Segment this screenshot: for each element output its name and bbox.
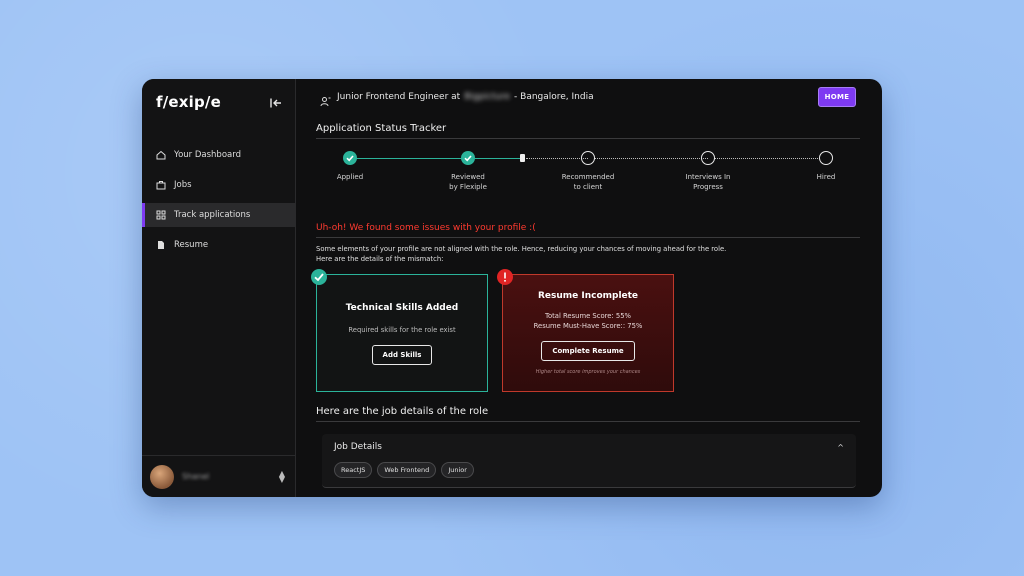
check-icon <box>343 151 357 165</box>
sidebar-item-resume[interactable]: Resume <box>142 233 295 257</box>
sidebar-item-track-applications[interactable]: Track applications <box>142 203 295 227</box>
progress-marker <box>520 154 525 162</box>
step-label: Reviewed by Flexiple <box>449 173 487 191</box>
resume-card: Resume Incomplete Total Resume Score: 55… <box>497 269 674 392</box>
issues-description-line: Here are the details of the mismatch: <box>316 255 444 263</box>
step-reviewed: Reviewed by Flexiple <box>428 151 508 192</box>
card-note: Higher total score improves your chances <box>535 369 641 375</box>
card-subtitle: Total Resume Score: 55% Resume Must-Have… <box>503 311 673 331</box>
company-name: Bigpicture <box>464 92 511 102</box>
skill-tag: Web Frontend <box>377 462 437 478</box>
chevron-up-icon[interactable]: ^ <box>837 443 844 452</box>
alert-icon <box>497 269 513 285</box>
sidebar: f/exip/e Your Dashboard Jobs Track appli… <box>142 79 296 497</box>
user-menu[interactable]: Shanel ▲ ▼ <box>142 455 295 497</box>
issues-heading: Uh-oh! We found some issues with your pr… <box>316 219 860 238</box>
skills-card: Technical Skills Added Required skills f… <box>311 269 488 392</box>
job-section-title: Here are the job details of the role <box>316 396 860 422</box>
resume-score: Total Resume Score: 55% <box>544 312 632 320</box>
issues-description: Some elements of your profile are not al… <box>316 244 860 264</box>
document-icon <box>156 240 166 250</box>
card-title: Technical Skills Added <box>345 303 459 313</box>
sidebar-item-dashboard[interactable]: Your Dashboard <box>142 143 295 167</box>
chevron-up-down-icon[interactable]: ▲ ▼ <box>277 469 287 483</box>
tracker-title: Application Status Tracker <box>316 115 860 139</box>
step-label: Recommended to client <box>561 173 615 191</box>
skill-tag: ReactJS <box>334 462 373 478</box>
skill-tag: Junior <box>441 462 474 478</box>
sidebar-nav: Your Dashboard Jobs Track applications R… <box>142 143 295 257</box>
briefcase-icon <box>156 180 166 190</box>
job-title: Junior Frontend Engineer at Bigpicture -… <box>337 92 594 102</box>
step-label: Hired <box>816 173 836 181</box>
mismatch-cards: Technical Skills Added Required skills f… <box>311 269 860 392</box>
job-location: - Bangalore, India <box>514 92 594 102</box>
sidebar-header: f/exip/e <box>142 79 295 115</box>
brand-logo: f/exip/e <box>156 93 221 111</box>
empty-circle-icon <box>819 151 833 165</box>
check-circle-icon <box>311 269 327 285</box>
status-tracker: Applied Reviewed by Flexiple Recommended… <box>316 147 860 217</box>
avatar <box>150 464 174 489</box>
sidebar-item-label: Resume <box>174 240 209 250</box>
user-search-icon <box>320 92 331 106</box>
skill-tags: ReactJS Web Frontend Junior <box>322 452 856 478</box>
job-role: Junior Frontend Engineer at <box>337 92 461 102</box>
job-details-title: Job Details <box>334 442 382 452</box>
step-interviews: Interviews In Progress <box>668 151 748 192</box>
check-icon <box>461 151 475 165</box>
topbar: Junior Frontend Engineer at Bigpicture -… <box>296 79 882 115</box>
card-subtitle: Required skills for the role exist <box>348 326 456 334</box>
home-icon <box>156 150 166 160</box>
sidebar-item-jobs[interactable]: Jobs <box>142 173 295 197</box>
grid-icon <box>156 210 166 220</box>
step-label: Interviews In Progress <box>685 173 731 191</box>
home-button[interactable]: HOME <box>818 87 856 107</box>
app-window: f/exip/e Your Dashboard Jobs Track appli… <box>142 79 882 497</box>
step-label: Applied <box>336 173 364 181</box>
user-name: Shanel <box>182 472 210 481</box>
step-recommended: Recommended to client <box>548 151 628 192</box>
resume-must-have-score: Resume Must-Have Score:: 75% <box>533 322 643 330</box>
issues-description-line: Some elements of your profile are not al… <box>316 245 727 253</box>
empty-circle-icon <box>581 151 595 165</box>
sidebar-item-label: Jobs <box>174 180 192 190</box>
job-details-header[interactable]: Job Details ^ <box>322 434 856 452</box>
collapse-sidebar-icon[interactable] <box>269 95 283 109</box>
empty-circle-icon <box>701 151 715 165</box>
step-applied: Applied <box>310 151 390 182</box>
step-hired: Hired <box>786 151 866 182</box>
sidebar-item-label: Track applications <box>174 210 251 220</box>
job-details-panel: Job Details ^ ReactJS Web Frontend Junio… <box>322 434 856 488</box>
content-area: Application Status Tracker Applied Revie… <box>296 115 882 488</box>
complete-resume-button[interactable]: Complete Resume <box>541 341 635 361</box>
card-title: Resume Incomplete <box>537 291 639 301</box>
main-content: Junior Frontend Engineer at Bigpicture -… <box>296 79 882 497</box>
sidebar-item-label: Your Dashboard <box>174 150 241 160</box>
add-skills-button[interactable]: Add Skills <box>371 345 433 365</box>
